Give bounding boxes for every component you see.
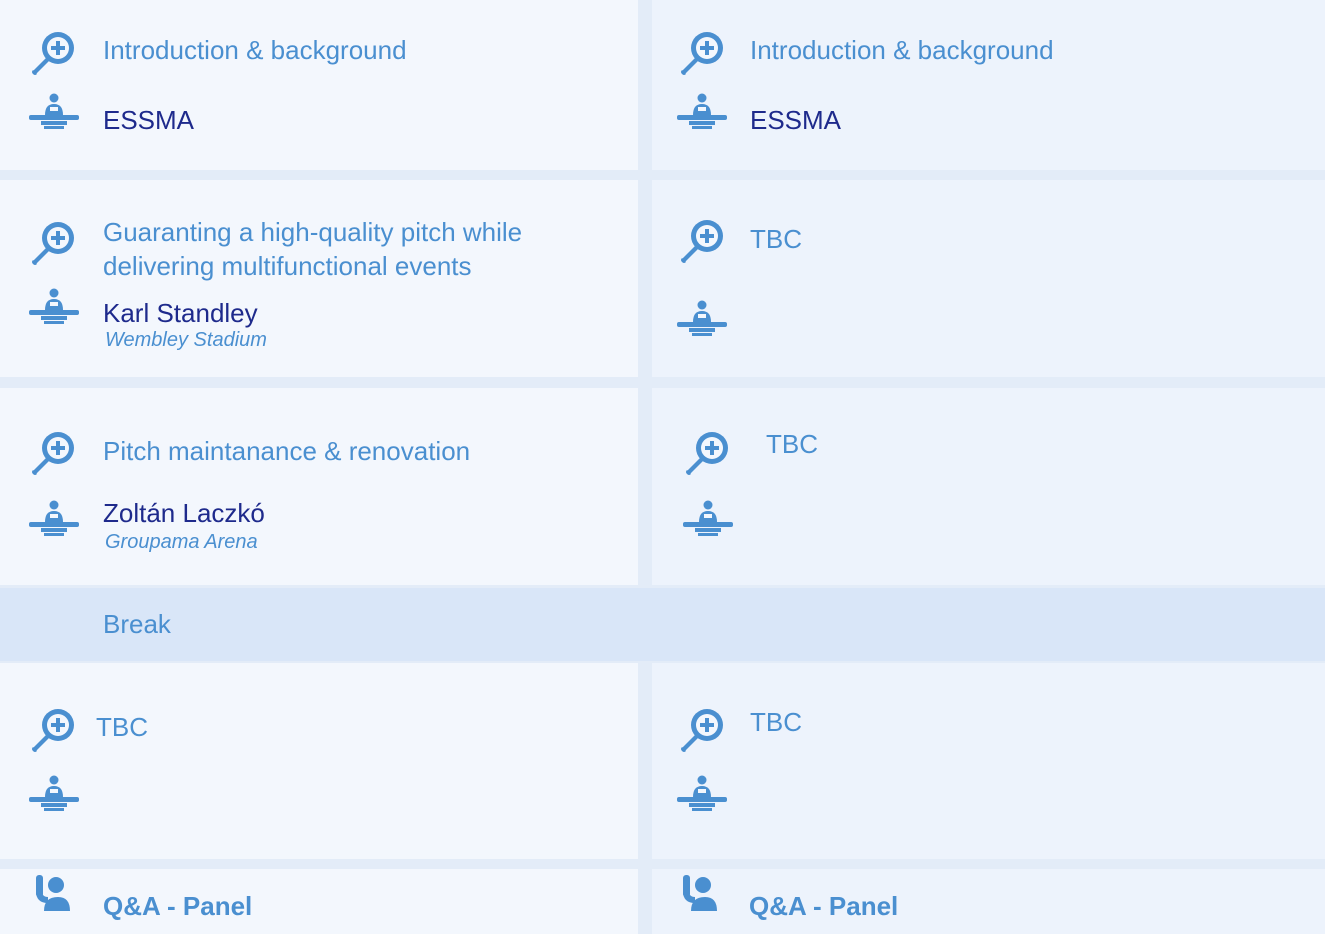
speaker-podium-icon	[28, 775, 80, 817]
qa-left-cell: Q&A - Panel	[0, 869, 638, 934]
speaker-podium-icon	[676, 93, 728, 135]
session-topic[interactable]: Introduction & background	[103, 33, 407, 67]
speaker-organization: Groupama Arena	[105, 531, 258, 553]
session-3-left-cell: Pitch maintanance & renovation Zoltán La…	[0, 388, 638, 585]
speaker-podium-icon	[28, 93, 80, 135]
magnifier-plus-icon[interactable]	[677, 705, 729, 755]
magnifier-plus-icon[interactable]	[28, 428, 80, 478]
speaker-podium-icon	[676, 775, 728, 817]
session-3-right-cell: TBC	[652, 388, 1325, 585]
speaker-name[interactable]: ESSMA	[750, 105, 841, 135]
session-topic[interactable]: Pitch maintanance & renovation	[103, 434, 470, 468]
session-1-left-cell: Introduction & background ESSMA	[0, 0, 638, 170]
break-label: Break	[103, 609, 171, 639]
session-topic-line-2[interactable]: delivering multifunctional events	[103, 249, 472, 283]
break-row	[0, 588, 1325, 661]
session-topic[interactable]: TBC	[750, 705, 802, 739]
session-2-left-cell: Guaranting a high-quality pitch while de…	[0, 180, 638, 377]
session-4-right-cell: TBC	[652, 663, 1325, 859]
speaker-podium-icon	[28, 500, 80, 542]
session-topic-line-1[interactable]: Guaranting a high-quality pitch while	[103, 215, 522, 249]
magnifier-plus-icon[interactable]	[28, 28, 80, 78]
qa-panel-label[interactable]: Q&A - Panel	[103, 891, 252, 922]
magnifier-plus-icon[interactable]	[682, 428, 734, 478]
magnifier-plus-icon[interactable]	[677, 28, 729, 78]
speaker-podium-icon	[28, 288, 80, 330]
speaker-name[interactable]: Karl Standley	[103, 298, 258, 328]
raised-hand-icon	[34, 873, 74, 913]
qa-right-cell: Q&A - Panel	[652, 869, 1325, 934]
session-2-right-cell: TBC	[652, 180, 1325, 377]
session-1-right-cell: Introduction & background ESSMA	[652, 0, 1325, 170]
speaker-podium-icon	[682, 500, 734, 542]
speaker-name[interactable]: ESSMA	[103, 105, 194, 135]
speaker-name[interactable]: Zoltán Laczkó	[103, 498, 265, 528]
speaker-organization: Wembley Stadium	[105, 329, 267, 351]
qa-panel-label[interactable]: Q&A - Panel	[749, 891, 898, 922]
magnifier-plus-icon[interactable]	[677, 216, 729, 266]
session-topic[interactable]: TBC	[750, 222, 802, 256]
magnifier-plus-icon[interactable]	[28, 705, 80, 755]
session-topic[interactable]: TBC	[96, 710, 148, 744]
session-topic[interactable]: TBC	[766, 427, 818, 461]
raised-hand-icon	[681, 873, 721, 913]
speaker-podium-icon	[676, 300, 728, 342]
session-4-left-cell: TBC	[0, 663, 638, 859]
magnifier-plus-icon[interactable]	[28, 218, 80, 268]
session-topic[interactable]: Introduction & background	[750, 33, 1054, 67]
